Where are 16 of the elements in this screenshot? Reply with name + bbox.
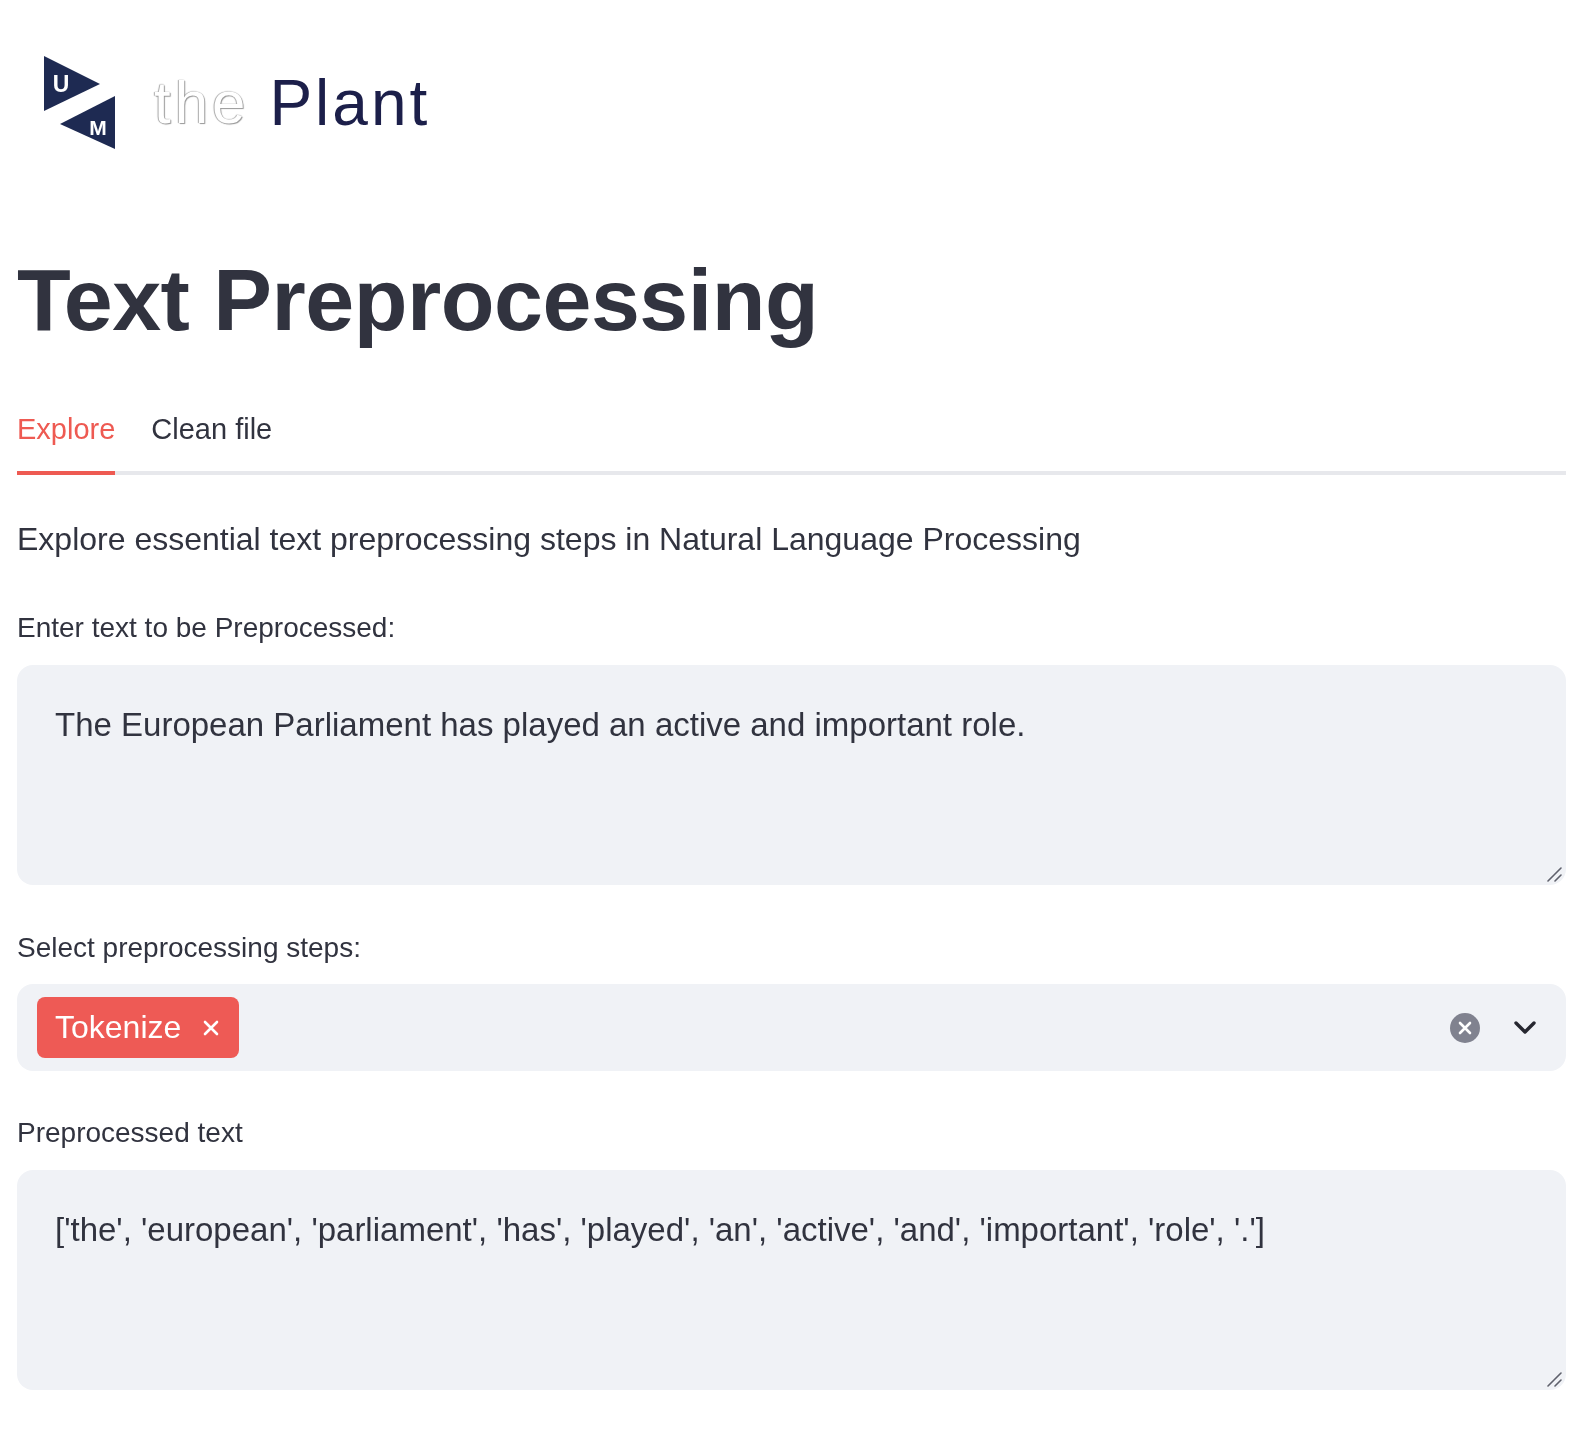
page-title: Text Preprocessing: [17, 249, 819, 351]
text-input-area[interactable]: The European Parliament has played an active and important role.: [17, 665, 1566, 885]
triangle-logo-mark: U M: [44, 56, 116, 150]
field-label: Preprocessed text: [17, 1116, 243, 1150]
field-label: Select preprocessing steps:: [17, 931, 361, 965]
clear-icon[interactable]: [1450, 1012, 1480, 1043]
resize-handle-icon[interactable]: [1547, 1372, 1562, 1387]
description-text: Explore essential text preprocessing steps in Natural Language Processing: [17, 520, 1081, 559]
logo-outlined-word: the: [154, 73, 250, 133]
close-icon[interactable]: [203, 1019, 220, 1036]
resize-handle-icon[interactable]: [1547, 867, 1562, 882]
field-label: Enter text to be Preprocessed:: [17, 611, 396, 645]
output-text-area[interactable]: ['the', 'european', 'parliament', 'has', 'played', 'an', 'active', 'and', 'important', 'role', '.']: [17, 1170, 1566, 1390]
logo-wordmark: Plant: [269, 71, 431, 135]
chevron-down-icon[interactable]: [1514, 1021, 1536, 1034]
tab[interactable]: Clean file: [151, 411, 273, 475]
